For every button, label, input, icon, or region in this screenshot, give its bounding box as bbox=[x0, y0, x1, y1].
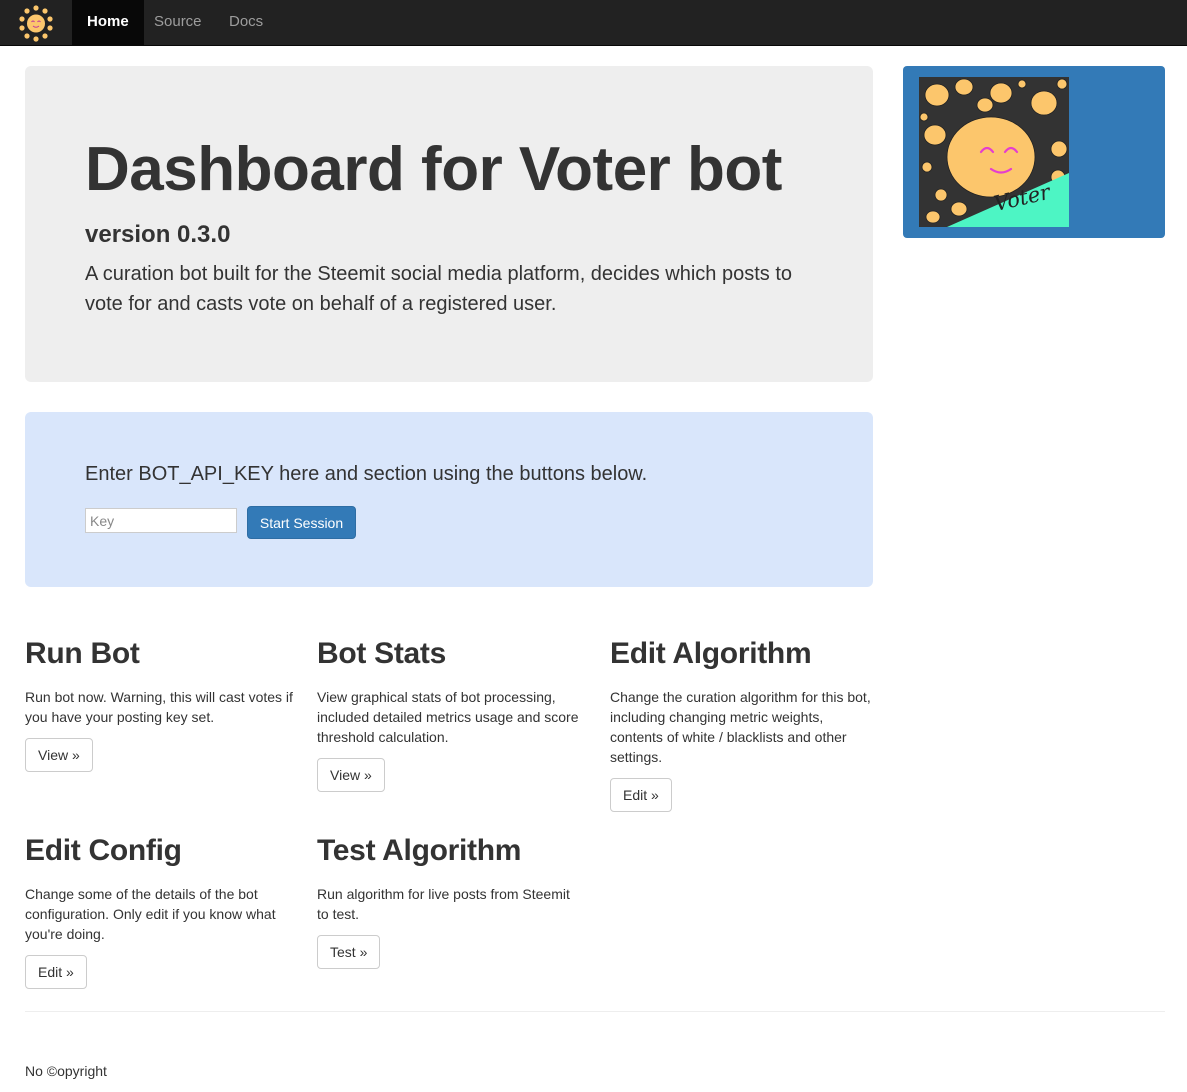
feature-edit-config: Edit Config Change some of the details o… bbox=[25, 834, 293, 989]
feature-text: Run bot now. Warning, this will cast vot… bbox=[25, 689, 293, 725]
feature-bot-stats: Bot Stats View graphical stats of bot pr… bbox=[317, 637, 585, 792]
feature-title: Run Bot bbox=[25, 637, 140, 670]
footer-divider bbox=[25, 1011, 1165, 1012]
nav-home[interactable]: Home bbox=[72, 0, 144, 46]
footer-copyright: No ©opyright bbox=[25, 1063, 107, 1079]
logo-panel: Voter bbox=[903, 66, 1165, 238]
description: A curation bot built for the Steemit soc… bbox=[85, 263, 793, 315]
navbar: Home Source Docs bbox=[0, 0, 1187, 46]
edit-algorithm-button[interactable]: Edit » bbox=[610, 778, 672, 812]
feature-run-bot: Run Bot Run bot now. Warning, this will … bbox=[25, 637, 293, 772]
feature-text: Change some of the details of the bot co… bbox=[25, 886, 276, 942]
edit-config-button[interactable]: Edit » bbox=[25, 955, 87, 989]
feature-title: Test Algorithm bbox=[317, 834, 522, 867]
jumbotron: Dashboard for Voter bot version 0.3.0 A … bbox=[25, 66, 873, 382]
start-session-button[interactable]: Start Session bbox=[247, 506, 356, 539]
feature-test-algorithm: Test Algorithm Run algorithm for live po… bbox=[317, 834, 585, 969]
session-prompt: Enter BOT_API_KEY here and section using… bbox=[85, 463, 648, 485]
nav-source[interactable]: Source bbox=[139, 0, 217, 46]
feature-title: Edit Algorithm bbox=[610, 637, 812, 670]
page-title: Dashboard for Voter bot bbox=[85, 135, 782, 204]
feature-text: Change the curation algorithm for this b… bbox=[610, 689, 871, 765]
session-panel: Enter BOT_API_KEY here and section using… bbox=[25, 412, 873, 587]
version-label: version 0.3.0 bbox=[85, 221, 231, 248]
nav-docs[interactable]: Docs bbox=[214, 0, 278, 46]
bot-stats-view-button[interactable]: View » bbox=[317, 758, 385, 792]
test-algorithm-button[interactable]: Test » bbox=[317, 935, 381, 969]
run-bot-view-button[interactable]: View » bbox=[25, 738, 93, 772]
feature-text: View graphical stats of bot processing, … bbox=[317, 689, 579, 745]
feature-text: Run algorithm for live posts from Steemi… bbox=[317, 886, 570, 922]
sun-logo-icon[interactable] bbox=[16, 4, 56, 42]
feature-title: Edit Config bbox=[25, 834, 182, 867]
feature-edit-algorithm: Edit Algorithm Change the curation algor… bbox=[610, 637, 878, 812]
feature-title: Bot Stats bbox=[317, 637, 446, 670]
api-key-input[interactable] bbox=[85, 508, 237, 533]
